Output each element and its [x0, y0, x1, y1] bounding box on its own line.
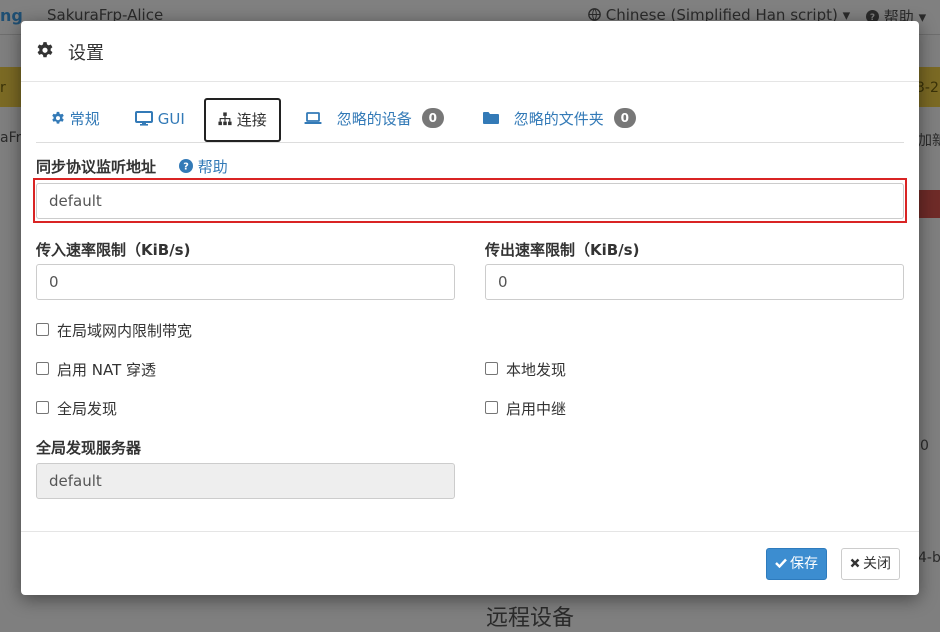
tab-gui[interactable]: GUI	[135, 98, 185, 140]
background-brand: ng	[0, 6, 23, 25]
nat-option[interactable]: 启用 NAT 穿透	[36, 359, 156, 380]
global-discovery-server-label: 全局发现服务器	[36, 439, 142, 457]
global-discovery-server-input	[36, 463, 455, 499]
svg-text:?: ?	[183, 162, 189, 173]
tab-ignored-devices-label: 忽略的设备	[336, 110, 412, 128]
outgoing-rate-input[interactable]	[485, 264, 904, 300]
close-button-label: 关闭	[863, 556, 891, 572]
global-discovery-checkbox[interactable]	[36, 401, 49, 414]
save-button[interactable]: 保存	[766, 548, 827, 580]
local-discovery-checkbox[interactable]	[485, 362, 498, 375]
background-add-button: 加新	[918, 133, 940, 149]
background-device-id: 4-b	[918, 550, 940, 566]
question-circle-icon: ?	[179, 159, 193, 173]
nat-checkbox[interactable]	[36, 362, 49, 375]
global-discovery-option[interactable]: 全局发现	[36, 398, 117, 419]
incoming-rate-input[interactable]	[36, 264, 455, 300]
ignored-devices-count-badge: 0	[421, 108, 444, 128]
settings-tabs: 常规 GUI 连接 忽略的设备 0 忽略的文件夹 0	[36, 98, 904, 143]
folder-icon	[483, 112, 499, 124]
incoming-rate-label: 传入速率限制（KiB/s)	[36, 241, 191, 259]
nat-label: 启用 NAT 穿透	[57, 361, 157, 379]
relay-label: 启用中继	[506, 400, 567, 418]
gear-icon	[37, 42, 53, 58]
background-banner-left: r	[0, 80, 6, 96]
desktop-icon	[135, 110, 153, 126]
background-count: 0	[920, 438, 929, 454]
listen-address-help-link[interactable]: ? 帮助	[179, 156, 228, 177]
relay-checkbox[interactable]	[485, 401, 498, 414]
outgoing-rate-label: 传出速率限制（KiB/s)	[485, 241, 640, 259]
tab-ignored-folders-label: 忽略的文件夹	[513, 110, 604, 128]
local-discovery-label: 本地发现	[506, 361, 567, 379]
close-button[interactable]: 关闭	[841, 548, 900, 580]
check-icon	[775, 558, 787, 569]
lan-limit-label: 在局域网内限制带宽	[57, 322, 193, 340]
modal-header: 设置	[21, 21, 919, 82]
listen-address-label: 同步协议监听地址	[36, 158, 157, 176]
tab-gui-label: GUI	[157, 110, 185, 128]
tab-connections-label: 连接	[236, 111, 267, 129]
close-icon	[850, 558, 860, 568]
lan-limit-checkbox[interactable]	[36, 323, 49, 336]
listen-address-help-label: 帮助	[197, 158, 228, 176]
save-button-label: 保存	[790, 556, 818, 572]
tab-ignored-folders[interactable]: 忽略的文件夹 0	[483, 98, 636, 140]
settings-modal: 设置 常规 GUI 连接 忽略的设备 0 忽略的文件夹 0 同步协议监听地址 ? 帮…	[21, 21, 919, 595]
tab-ignored-devices[interactable]: 忽略的设备 0	[304, 98, 444, 140]
globe-icon	[588, 7, 601, 21]
tab-connections[interactable]: 连接	[204, 98, 281, 142]
relay-option[interactable]: 启用中继	[485, 398, 566, 419]
background-red-badge	[918, 190, 940, 218]
sitemap-icon	[218, 112, 232, 126]
listen-address-input[interactable]	[36, 183, 904, 219]
local-discovery-option[interactable]: 本地发现	[485, 359, 566, 380]
lan-limit-option[interactable]: 在局域网内限制带宽	[36, 320, 192, 341]
modal-footer: 保存 关闭	[21, 531, 919, 595]
ignored-folders-count-badge: 0	[613, 108, 636, 128]
gear-icon	[52, 111, 64, 124]
global-discovery-label: 全局发现	[57, 400, 118, 418]
tab-general[interactable]: 常规	[51, 98, 100, 140]
background-remote-devices-heading: 远程设备	[486, 606, 575, 631]
background-banner-right: 3-2	[916, 80, 939, 96]
modal-title: 设置	[68, 43, 104, 64]
tab-general-label: 常规	[69, 110, 100, 128]
laptop-icon	[304, 111, 322, 124]
